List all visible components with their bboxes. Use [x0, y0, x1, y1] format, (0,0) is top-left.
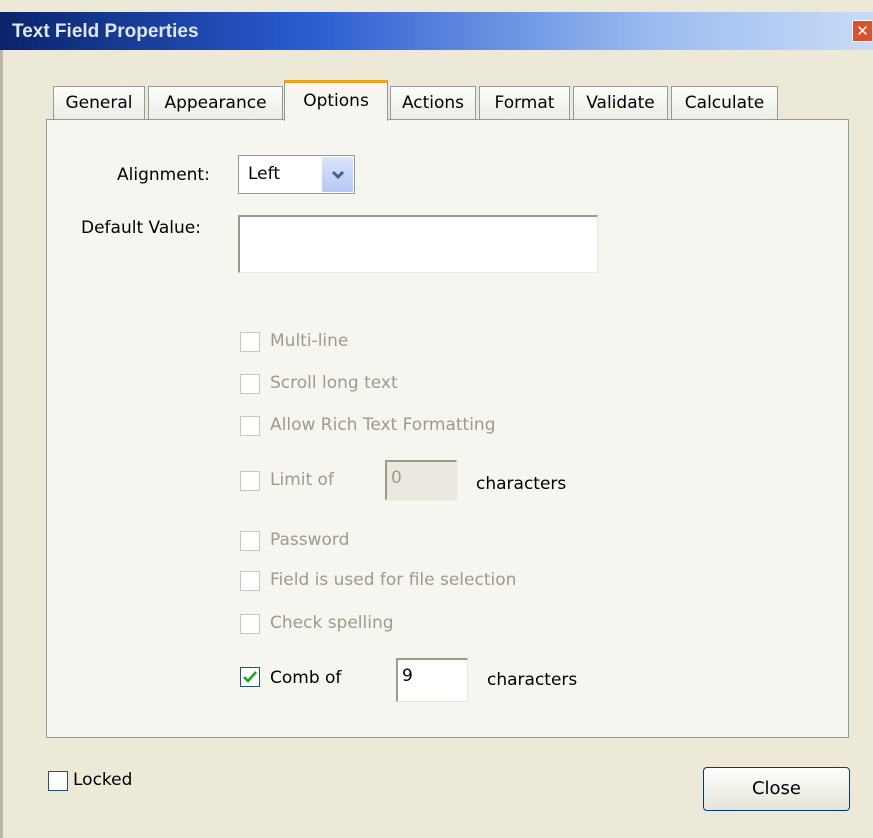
window-border [0, 50, 3, 838]
password-label: Password [270, 530, 350, 550]
comb-checkbox[interactable] [240, 667, 260, 687]
limit-label: Limit of [270, 470, 334, 490]
limit-suffix: characters [476, 474, 567, 494]
checkmark-icon [243, 671, 257, 683]
tab-appearance[interactable]: Appearance [148, 86, 283, 120]
title-bar: Text Field Properties ✕ [0, 12, 873, 50]
tab-actions[interactable]: Actions [390, 86, 476, 120]
scroll-long-text-label: Scroll long text [270, 373, 398, 393]
tab-format[interactable]: Format [479, 86, 570, 120]
alignment-value: Left [248, 164, 280, 184]
allow-rich-text-checkbox[interactable] [240, 416, 260, 436]
tab-calculate[interactable]: Calculate [671, 86, 778, 120]
check-spelling-label: Check spelling [270, 613, 394, 633]
tab-general[interactable]: General [53, 86, 145, 120]
window-title: Text Field Properties [12, 21, 199, 42]
chevron-down-icon[interactable] [322, 157, 353, 192]
file-selection-label: Field is used for file selection [270, 570, 517, 590]
password-checkbox[interactable] [240, 531, 260, 551]
multi-line-checkbox[interactable] [240, 332, 260, 352]
close-window-button[interactable]: ✕ [852, 20, 872, 42]
alignment-select[interactable]: Left [238, 155, 355, 194]
comb-label: Comb of [270, 668, 342, 688]
comb-suffix: characters [487, 670, 578, 690]
file-selection-checkbox[interactable] [240, 571, 260, 591]
check-spelling-checkbox[interactable] [240, 614, 260, 634]
multi-line-label: Multi-line [270, 331, 349, 351]
locked-checkbox[interactable] [48, 771, 68, 791]
allow-rich-text-label: Allow Rich Text Formatting [270, 415, 496, 435]
limit-checkbox[interactable] [240, 471, 260, 491]
close-button[interactable]: Close [703, 767, 850, 811]
alignment-label: Alignment: [117, 165, 210, 185]
scroll-long-text-checkbox[interactable] [240, 374, 260, 394]
tab-validate[interactable]: Validate [573, 86, 668, 120]
default-value-label: Default Value: [81, 218, 201, 238]
limit-input[interactable]: 0 [385, 460, 457, 500]
tab-options[interactable]: Options [284, 80, 388, 121]
comb-input[interactable]: 9 [396, 658, 468, 702]
locked-label: Locked [73, 770, 133, 790]
default-value-input[interactable] [238, 215, 598, 273]
